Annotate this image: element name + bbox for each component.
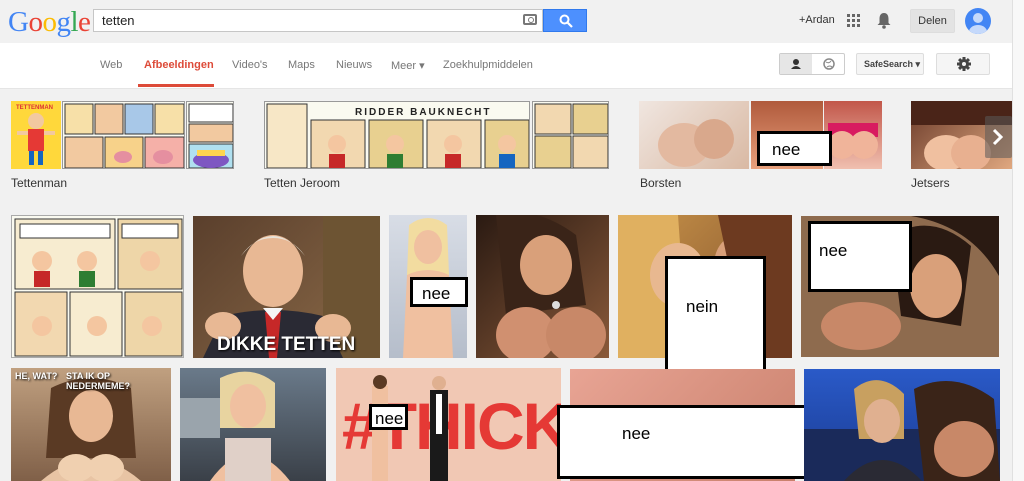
related-label-tetten-jeroom[interactable]: Tetten Jeroom <box>264 176 340 190</box>
search-icon <box>559 14 573 28</box>
redaction-box: nee <box>369 404 408 430</box>
redaction-box: nee <box>410 277 468 307</box>
google-logo[interactable]: Google <box>8 7 91 37</box>
tab-more[interactable]: Meer ▾ <box>391 59 425 72</box>
svg-text:RIDDER BAUKNECHT: RIDDER BAUKNECHT <box>355 107 491 118</box>
search-button[interactable] <box>543 9 587 32</box>
globe-icon[interactable] <box>813 54 845 74</box>
redaction-box: nee <box>808 221 912 292</box>
chevron-right-icon <box>992 128 1004 146</box>
top-bar: Google tetten +Ardan Delen <box>0 0 1024 43</box>
svg-text:TETTENMAN: TETTENMAN <box>16 105 53 111</box>
result-image-meme[interactable]: HE, WAT? STA IK OP NEDERMEME? <box>11 368 171 481</box>
apps-grid-icon[interactable] <box>847 14 861 28</box>
related-thumb-tettenman[interactable]: TETTENMAN <box>11 101 61 169</box>
share-button[interactable]: Delen <box>910 9 955 33</box>
redaction-box: nee <box>757 131 832 166</box>
image-caption: STA IK OP NEDERMEME? <box>66 371 131 391</box>
related-thumb-tetten-jeroom[interactable]: RIDDER BAUKNECHT <box>264 101 530 169</box>
image-caption: HE, WAT? <box>15 371 58 381</box>
related-thumb-tettenman-comic-2[interactable] <box>186 101 234 169</box>
carousel-next-button[interactable] <box>985 116 1012 158</box>
notification-bell-icon[interactable] <box>877 12 891 29</box>
tab-maps[interactable]: Maps <box>288 59 315 71</box>
tab-web[interactable]: Web <box>100 59 122 71</box>
camera-icon[interactable] <box>523 14 537 25</box>
related-label-borsten[interactable]: Borsten <box>640 176 681 190</box>
related-label-tettenman[interactable]: Tettenman <box>11 176 67 190</box>
result-image-comic[interactable] <box>11 215 184 358</box>
related-label-jetsers[interactable]: Jetsers <box>911 176 950 190</box>
related-thumb-tetten-jeroom-2[interactable] <box>532 101 609 169</box>
personal-results-toggle[interactable] <box>779 53 845 75</box>
scrollbar[interactable] <box>1012 0 1024 481</box>
settings-button[interactable] <box>936 53 990 75</box>
result-image-brunette[interactable] <box>476 215 609 358</box>
gear-icon <box>957 57 971 71</box>
tab-search-tools[interactable]: Zoekhulpmiddelen <box>443 59 533 71</box>
tab-news[interactable]: Nieuws <box>336 59 372 71</box>
person-icon[interactable] <box>780 54 812 74</box>
result-image-politician[interactable]: DIKKE TETTEN <box>193 216 380 358</box>
related-thumb-borsten[interactable] <box>639 101 749 169</box>
tab-videos[interactable]: Video's <box>232 59 268 71</box>
redaction-box: nee <box>557 405 811 479</box>
result-image-tv[interactable] <box>804 369 1000 481</box>
avatar[interactable] <box>965 8 991 34</box>
image-caption: DIKKE TETTEN <box>217 334 356 355</box>
related-thumb-tettenman-comic[interactable] <box>62 101 185 169</box>
search-input[interactable]: tetten <box>93 9 543 32</box>
tab-images[interactable]: Afbeeldingen <box>144 59 214 71</box>
active-tab-indicator <box>138 84 214 87</box>
result-image-street[interactable] <box>180 368 326 481</box>
redaction-box: nein <box>665 256 766 375</box>
safesearch-dropdown[interactable]: SafeSearch ▾ <box>856 53 924 75</box>
related-thumb-borsten-3[interactable] <box>824 101 882 169</box>
profile-link[interactable]: +Ardan <box>799 14 835 26</box>
